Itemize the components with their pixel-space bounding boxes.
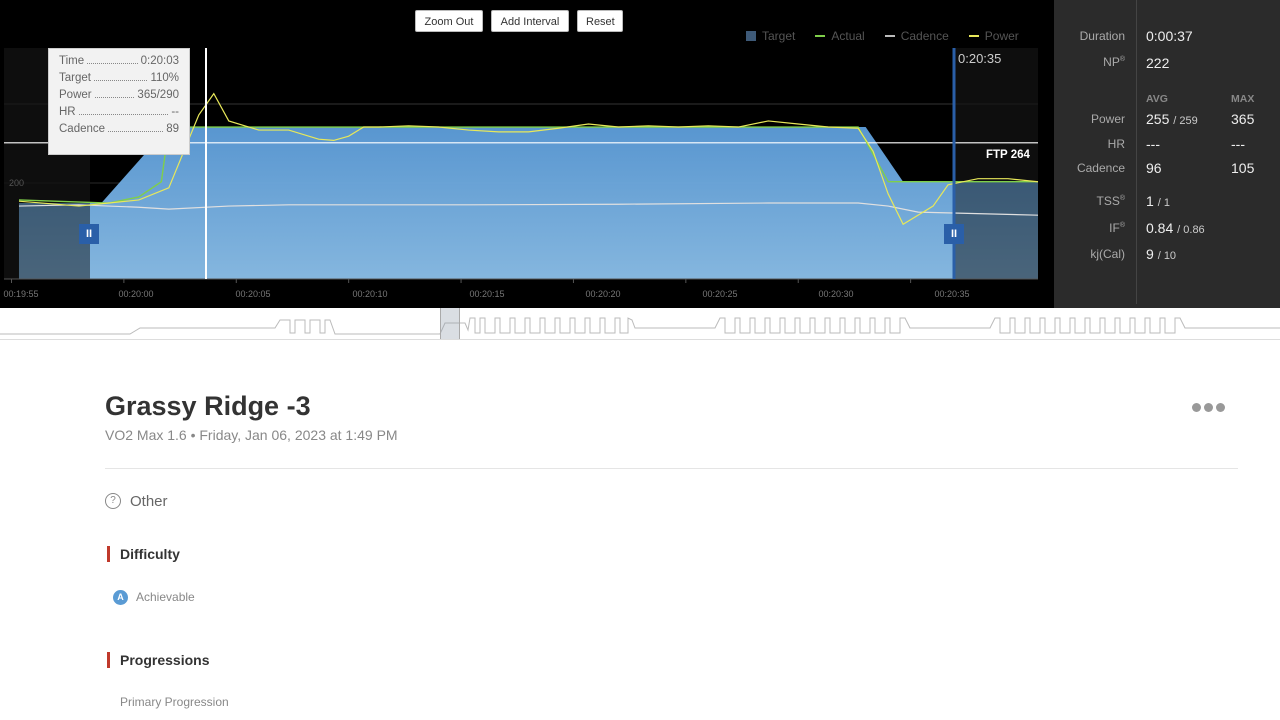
x-tick-label: 00:20:20 — [585, 289, 621, 299]
np-label-wrap: NP® — [1103, 55, 1125, 69]
interval-end-handle[interactable]: II — [944, 224, 964, 244]
tooltip-cadence-label: Cadence — [59, 123, 106, 135]
avg-header: AVG — [1146, 93, 1168, 105]
legend-cadence-label: Cadence — [900, 29, 949, 43]
duration-label: Duration — [1079, 29, 1125, 43]
legend-target-swatch — [746, 31, 756, 41]
difficulty-accent-bar — [107, 546, 110, 562]
if-label: IF — [1109, 221, 1120, 235]
legend-actual-label: Actual — [831, 29, 865, 43]
if-label-wrap: IF® — [1109, 221, 1125, 235]
tooltip-time-label: Time — [59, 55, 85, 67]
workout-title: Grassy Ridge -3 — [105, 391, 311, 421]
workout-subtitle: VO2 Max 1.6 • Friday, Jan 06, 2023 at 1:… — [105, 427, 398, 443]
difficulty-badge-icon: A — [113, 590, 128, 605]
overview-strip[interactable] — [0, 308, 1280, 340]
category-label: Other — [130, 493, 168, 510]
power-label: Power — [1090, 112, 1125, 126]
primary-progression-label: Primary Progression — [120, 695, 229, 709]
tooltip-power-label: Power — [59, 89, 92, 101]
y-tick-label: 200 — [9, 178, 25, 188]
tss-primary: 1 — [1146, 193, 1154, 209]
power-avg: 255 / 259 — [1146, 111, 1198, 127]
add-interval-button[interactable]: Add Interval — [491, 10, 569, 32]
tooltip-cadence-value: 89 — [166, 123, 179, 135]
if-primary: 0.84 — [1146, 220, 1174, 236]
section-divider — [105, 468, 1238, 469]
legend-power[interactable]: Power — [968, 29, 1019, 43]
hr-max: --- — [1231, 136, 1245, 152]
tss-label: TSS — [1096, 194, 1120, 208]
power-max: 365 — [1231, 111, 1255, 127]
kj-value: 9 / 10 — [1146, 246, 1177, 262]
stats-panel: Duration 0:00:37 NP® 222 AVG MAX Power 2… — [1054, 0, 1280, 308]
x-tick-label: 00:19:55 — [3, 289, 39, 299]
reset-button[interactable]: Reset — [577, 10, 623, 32]
legend-power-swatch — [968, 35, 979, 37]
legend-actual[interactable]: Actual — [815, 29, 865, 43]
stats-divider — [1136, 0, 1137, 304]
kj-primary: 9 — [1146, 246, 1154, 262]
hr-avg: --- — [1146, 136, 1160, 152]
registered-mark: ® — [1119, 195, 1125, 202]
x-tick-label: 00:20:35 — [934, 289, 970, 299]
tooltip-hr-value: -- — [171, 106, 179, 118]
hr-label: HR — [1107, 137, 1125, 151]
difficulty-title: Difficulty — [120, 546, 180, 562]
tooltip-target-label: Target — [59, 72, 91, 84]
x-tick-label: 00:20:00 — [118, 289, 154, 299]
chart-area[interactable]: 0:20:35 FTP 264 200 00:19:55 00:20:00 00… — [0, 0, 1054, 308]
tooltip-hr-label: HR — [59, 106, 76, 118]
if-value: 0.84 / 0.86 — [1146, 220, 1205, 236]
power-avg-value: 255 — [1146, 111, 1170, 127]
power-avg-secondary: 259 — [1179, 115, 1198, 127]
if-secondary: 0.86 — [1183, 224, 1205, 236]
x-tick-label: 00:20:30 — [818, 289, 854, 299]
np-value: 222 — [1146, 55, 1170, 71]
overview-profile — [0, 317, 1280, 335]
registered-mark: ® — [1119, 56, 1125, 63]
right-dim-overlay — [953, 48, 1038, 279]
duration-value: 0:00:37 — [1146, 28, 1193, 44]
ftp-label: FTP 264 — [986, 149, 1030, 161]
progressions-title: Progressions — [120, 652, 210, 668]
end-time-label: 0:20:35 — [958, 51, 1002, 66]
tss-label-wrap: TSS® — [1096, 194, 1125, 208]
x-tick-label: 00:20:15 — [469, 289, 505, 299]
tss-secondary: 1 — [1163, 197, 1170, 209]
tooltip-time-value: 0:20:03 — [140, 55, 179, 67]
legend-cadence[interactable]: Cadence — [884, 29, 949, 43]
tooltip-target-value: 110% — [150, 72, 179, 84]
legend-cadence-swatch — [884, 35, 895, 37]
np-label: NP — [1103, 55, 1120, 69]
legend-target[interactable]: Target — [746, 29, 795, 43]
question-icon: ? — [105, 493, 121, 509]
registered-mark: ® — [1119, 222, 1125, 229]
cadence-label: Cadence — [1076, 161, 1125, 175]
interval-start-handle[interactable]: II — [79, 224, 99, 244]
kj-label: kj(Cal) — [1090, 247, 1125, 261]
legend-power-label: Power — [984, 29, 1019, 43]
x-tick-label: 00:20:25 — [702, 289, 738, 299]
x-tick-label: 00:20:10 — [352, 289, 388, 299]
kj-secondary: 10 — [1163, 250, 1177, 262]
cadence-max: 105 — [1231, 160, 1255, 176]
x-tick-label: 00:20:05 — [235, 289, 271, 299]
more-options-icon[interactable] — [1192, 398, 1232, 416]
tooltip-power-value: 365/290 — [137, 89, 179, 101]
chart-legend: Target Actual Cadence Power — [746, 28, 1019, 44]
legend-actual-swatch — [815, 35, 826, 37]
zoom-out-button[interactable]: Zoom Out — [415, 10, 483, 32]
tss-value: 1 / 1 — [1146, 193, 1170, 209]
difficulty-value: Achievable — [136, 590, 195, 604]
cadence-avg: 96 — [1146, 160, 1162, 176]
max-header: MAX — [1231, 93, 1255, 105]
progressions-accent-bar — [107, 652, 110, 668]
legend-target-label: Target — [762, 29, 796, 43]
hover-tooltip: Time 0:20:03 Target 110% Power 365/290 HR --… — [48, 48, 190, 155]
overview-brush[interactable] — [440, 308, 460, 339]
